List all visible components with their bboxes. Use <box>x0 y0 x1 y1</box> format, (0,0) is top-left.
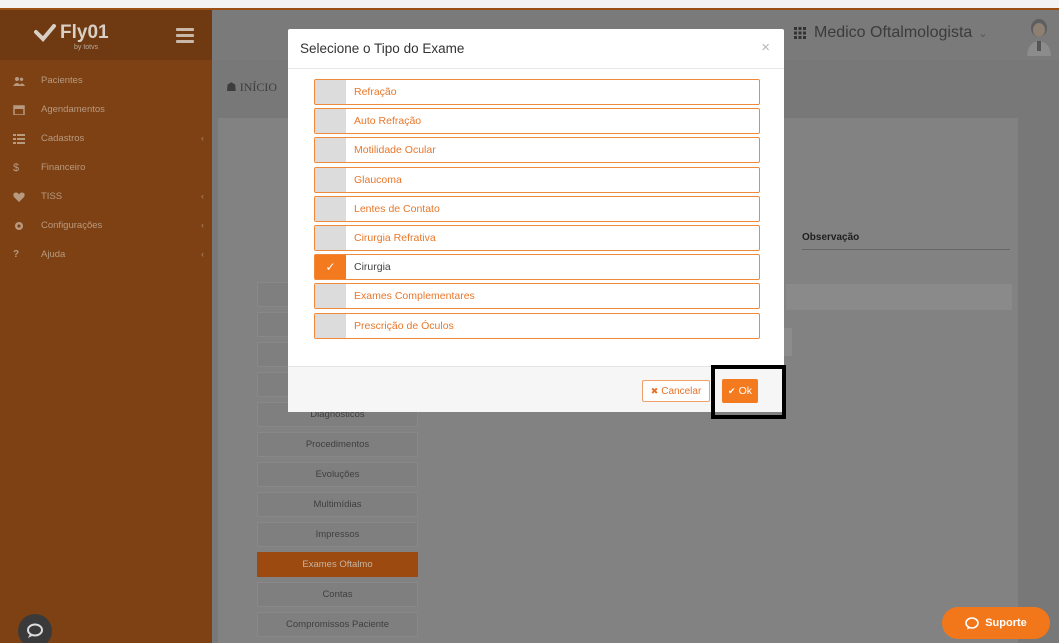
heartbeat-icon <box>13 192 25 202</box>
sidebar-item-agendamentos[interactable]: Agendamentos <box>0 95 212 124</box>
calendar-icon <box>13 104 25 115</box>
option-label: Cirurgia Refrativa <box>354 231 436 244</box>
chevron-left-icon: ‹ <box>201 220 204 230</box>
sidebar-item-tiss[interactable]: TISS ‹ <box>0 182 212 211</box>
user-menu[interactable]: Medico Oftalmologista ⌄ <box>794 24 988 42</box>
modal-header: Selecione o Tipo do Exame × <box>288 29 784 69</box>
option-motilidade-ocular[interactable]: Motilidade Ocular <box>314 137 760 164</box>
table-row <box>786 284 1012 310</box>
brand-sub: by totvs <box>74 44 99 51</box>
sidebar-item-financeiro[interactable]: $ Financeiro <box>0 153 212 182</box>
tab-procedimentos[interactable]: Procedimentos <box>257 432 418 457</box>
support-label: Suporte <box>985 617 1027 629</box>
option-label: Lentes de Contato <box>354 202 440 215</box>
cancel-button[interactable]: ✖ Cancelar <box>642 380 710 402</box>
sidebar-item-label: Agendamentos <box>41 104 105 115</box>
checkmark-icon: ✓ <box>325 260 336 275</box>
tab-multimidias[interactable]: Multimídias <box>257 492 418 517</box>
option-label: Cirurgia <box>354 261 391 274</box>
option-auto-refracao[interactable]: Auto Refração <box>314 108 760 135</box>
gear-icon <box>13 221 25 231</box>
tab-exames-oftalmo[interactable]: Exames Oftalmo <box>257 552 418 577</box>
option-cirurgia-refrativa[interactable]: Cirurgia Refrativa <box>314 224 760 251</box>
sidebar-item-ajuda[interactable]: ? Ajuda ‹ <box>0 240 212 269</box>
logo[interactable]: Fly01 by totvs <box>0 10 212 60</box>
checkbox[interactable] <box>315 80 346 104</box>
chevron-left-icon: ‹ <box>201 191 204 201</box>
chevron-left-icon: ‹ <box>201 249 204 259</box>
column-header-observacao: Observação <box>802 224 1010 250</box>
home-icon: ☗ <box>226 80 240 94</box>
tab-impressos[interactable]: Impressos <box>257 522 418 547</box>
hamburger-icon[interactable] <box>176 28 194 43</box>
exam-options-list: Refração Auto Refração Motilidade Ocular… <box>314 79 760 342</box>
option-glaucoma[interactable]: Glaucoma <box>314 166 760 193</box>
option-exames-complementares[interactable]: Exames Complementares <box>314 283 760 310</box>
checkbox[interactable] <box>315 138 346 163</box>
option-label: Refração <box>354 86 397 98</box>
chat-bubble-icon <box>965 616 980 629</box>
checkbox[interactable] <box>315 225 346 250</box>
checkbox-checked[interactable]: ✓ <box>315 255 346 280</box>
sidebar-item-pacientes[interactable]: Pacientes <box>0 66 212 95</box>
list-icon <box>13 133 25 144</box>
logo-check-icon <box>34 24 56 42</box>
chat-icon <box>27 623 43 638</box>
sidebar-item-label: Pacientes <box>41 75 83 86</box>
close-icon[interactable]: × <box>761 39 770 56</box>
sidebar-item-label: TISS <box>41 191 63 202</box>
user-name: Medico Oftalmologista <box>814 24 973 41</box>
brand-name: Fly01 <box>60 22 109 43</box>
option-cirurgia[interactable]: ✓ Cirurgia <box>314 254 760 281</box>
tab-contas[interactable]: Contas <box>257 582 418 607</box>
breadcrumb-home: INÍCIO <box>239 80 278 94</box>
modal-body: Refração Auto Refração Motilidade Ocular… <box>288 69 784 366</box>
support-button[interactable]: Suporte <box>942 607 1050 639</box>
tab-compromissos-paciente[interactable]: Compromissos Paciente <box>257 612 418 637</box>
option-prescricao-de-oculos[interactable]: Prescrição de Óculos <box>314 312 760 339</box>
exam-type-modal: Selecione o Tipo do Exame × Refração Aut… <box>288 29 784 412</box>
top-strip <box>0 0 1059 8</box>
highlight-box <box>711 365 786 419</box>
tab-evolucoes[interactable]: Evoluções <box>257 462 418 487</box>
checkbox[interactable] <box>315 196 346 221</box>
option-label: Prescrição de Óculos <box>354 319 454 332</box>
option-lentes-de-contato[interactable]: Lentes de Contato <box>314 195 760 222</box>
sidebar-item-label: Financeiro <box>41 162 86 173</box>
sidebar-item-label: Configurações <box>41 220 103 231</box>
sidebar: Fly01 by totvs Pacientes Agendamentos Ca… <box>0 10 212 643</box>
option-label: Exames Complementares <box>354 290 475 303</box>
question-icon: ? <box>13 248 20 260</box>
checkbox[interactable] <box>315 167 346 192</box>
cancel-label: Cancelar <box>661 385 702 397</box>
option-label: Glaucoma <box>354 173 402 186</box>
chat-button[interactable] <box>18 614 52 643</box>
modal-title: Selecione o Tipo do Exame <box>300 41 465 56</box>
grid-icon <box>794 27 806 39</box>
behind-element <box>784 328 792 356</box>
option-label: Auto Refração <box>354 115 422 128</box>
option-label: Motilidade Ocular <box>354 144 436 157</box>
chevron-left-icon: ‹ <box>201 133 204 143</box>
dollar-icon: $ <box>13 161 20 174</box>
checkbox[interactable] <box>315 109 346 134</box>
breadcrumb[interactable]: ☗ INÍCIO <box>226 80 277 95</box>
chevron-down-icon: ⌄ <box>978 27 988 40</box>
close-icon: ✖ <box>650 385 659 396</box>
sidebar-item-cadastros[interactable]: Cadastros ‹ <box>0 124 212 153</box>
sidebar-item-label: Cadastros <box>41 133 85 144</box>
modal-footer: ✖ Cancelar ✔ Ok <box>288 366 784 412</box>
sidebar-item-configuracoes[interactable]: Configurações ‹ <box>0 211 212 240</box>
checkbox[interactable] <box>315 313 346 338</box>
sidebar-nav: Pacientes Agendamentos Cadastros ‹ $ Fin… <box>0 66 212 269</box>
avatar[interactable] <box>1024 16 1054 56</box>
checkbox[interactable] <box>315 284 346 309</box>
users-icon <box>13 76 25 86</box>
sidebar-item-label: Ajuda <box>41 249 66 260</box>
option-refracao[interactable]: Refração <box>314 79 760 105</box>
